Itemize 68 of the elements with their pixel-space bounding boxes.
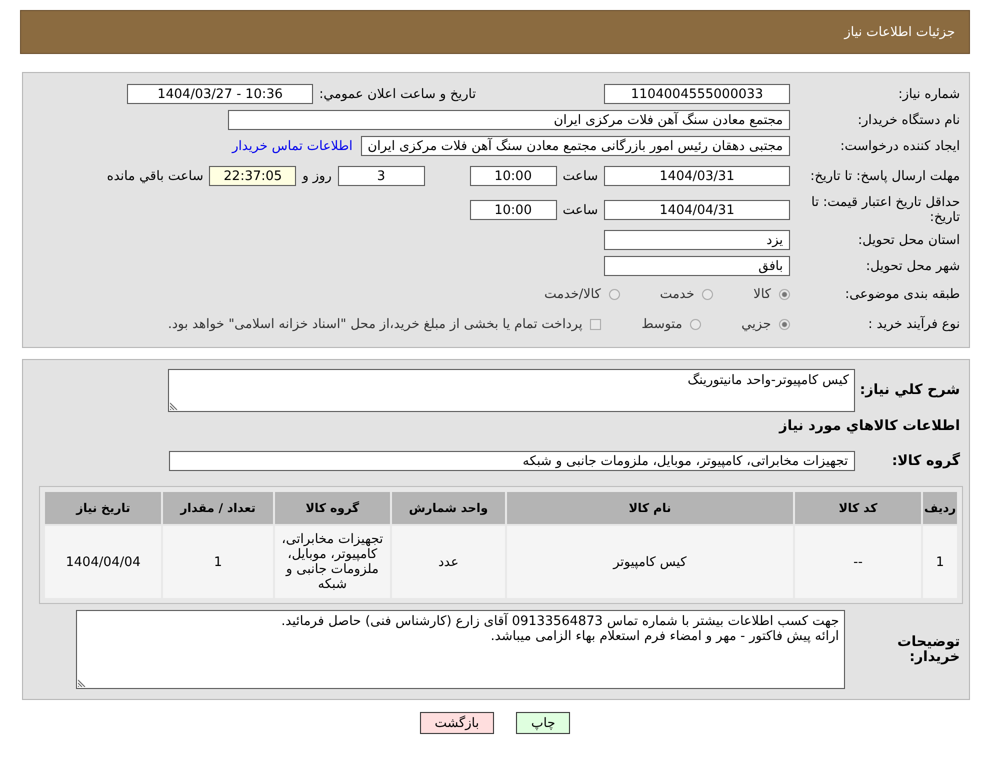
field-label: شرح كلي نياز: <box>858 383 961 398</box>
text-area[interactable]: کیس کامپیوتر-واحد مانیتورینگ <box>168 369 855 412</box>
checkbox[interactable] <box>590 318 602 330</box>
field-label: حداقل تاريخ اعتبار قيمت: تا تاريخ: <box>810 195 961 225</box>
column-header: رديف <box>922 491 958 525</box>
table-cell: کیس کامپیوتر <box>506 525 794 599</box>
radio-button[interactable] <box>779 318 790 330</box>
column-header: واحد شمارش <box>391 491 506 525</box>
column-header: تاريخ نياز <box>44 491 162 525</box>
text-area[interactable]: جهت کسب اطلاعات بیشتر با شماره تماس 09133564873 آقای زارع (کارشناس فنی) حاصل فرمائید. ارائه پیش فاکتور - مهر و امضاء فرم استعلام بهاء الزامی میباشد. <box>76 610 845 689</box>
column-header: کد کالا <box>794 491 922 525</box>
page-title: جزئيات اطلاعات نياز <box>844 24 955 40</box>
field-label: توضيحات خريدار: <box>896 634 961 664</box>
table-cell: عدد <box>391 525 506 599</box>
table-cell: 1 <box>162 525 274 599</box>
field-label: ساعت باقي مانده <box>106 168 204 184</box>
resize-grip-icon[interactable] <box>78 679 86 687</box>
contact-link[interactable]: اطلاعات تماس خريدار <box>232 138 353 154</box>
table-cell: تجهيزات مخابراتی، کامپيوتر، موبايل، ملزومات جانبی و شبکه <box>274 525 392 599</box>
back-button[interactable]: بازگشت <box>420 712 494 734</box>
field-label: استان محل تحويل: <box>857 232 961 248</box>
column-header: تعداد / مقدار <box>162 491 274 525</box>
text-field[interactable]: 1404/03/31 <box>604 166 790 186</box>
table-cell: 1404/04/04 <box>44 525 162 599</box>
field-label: مهلت ارسال پاسخ: تا تاريخ: <box>809 168 961 184</box>
text-field[interactable]: 1104004555000033 <box>604 84 790 104</box>
field-label: ساعت <box>562 202 598 218</box>
text-field[interactable]: 3 <box>338 166 425 186</box>
text-area-value: کیس کامپیوتر-واحد مانیتورینگ <box>688 373 849 388</box>
radio-button[interactable] <box>702 288 714 300</box>
text-field[interactable]: 10:00 <box>470 166 557 186</box>
resize-grip-icon[interactable] <box>170 402 178 410</box>
text-field[interactable]: 1404/03/27 - 10:36 <box>127 84 314 104</box>
option-label: كالا/خدمت <box>544 286 601 302</box>
field-label: ساعت <box>562 168 598 184</box>
section-heading: اطلاعات كالاهاي مورد نياز <box>778 418 960 434</box>
radio-button[interactable] <box>779 288 790 300</box>
radio-button[interactable] <box>608 288 620 300</box>
text-field[interactable]: مجتبی دهقان رئیس امور بازرگانی مجتمع معادن سنگ آهن فلات مرکزی ایران <box>360 136 790 156</box>
option-label: پرداخت تمام يا بخشی از مبلغ خريد،از محل "اسناد خزانه اسلامی" خواهد بود. <box>168 316 582 332</box>
column-header: نام کالا <box>506 491 794 525</box>
field-label: گروه كالا: <box>890 454 961 468</box>
column-header: گروه کالا <box>274 491 392 525</box>
text-field[interactable]: بافق <box>604 256 790 276</box>
text-field[interactable]: مجتمع معادن سنگ آهن فلات مرکزی ایران <box>228 110 790 130</box>
text-field[interactable]: 1404/04/31 <box>604 200 790 220</box>
text-field[interactable]: يزد <box>604 230 790 250</box>
field-label: نوع فرآيند خريد : <box>867 316 961 332</box>
option-label: متوسط <box>641 316 682 332</box>
radio-button[interactable] <box>690 318 702 330</box>
option-label: كالا <box>753 286 771 302</box>
text-line: ارائه پیش فاکتور - مهر و امضاء فرم استعلام بهاء الزامی میباشد. <box>490 629 839 644</box>
countdown-field[interactable]: 22:37:05 <box>209 166 296 186</box>
field-label: تاريخ و ساعت اعلان عمومي: <box>319 86 476 102</box>
table-cell: 1 <box>922 525 958 599</box>
option-label: خدمت <box>660 286 694 302</box>
field-label: طبقه بندی موضوعی: <box>844 286 961 302</box>
option-label: جزيي <box>741 316 771 332</box>
field-label: ايجاد کننده درخواست: <box>839 138 961 154</box>
text-field[interactable]: 10:00 <box>470 200 557 220</box>
field-label: نام دستگاه خريدار: <box>856 112 961 128</box>
field-label: روز و <box>302 168 332 184</box>
field-label: شهر محل تحويل: <box>864 258 961 274</box>
print-button[interactable]: چاپ <box>516 712 570 734</box>
field-label: شماره نياز: <box>897 86 961 102</box>
text-line: جهت کسب اطلاعات بیشتر با شماره تماس 09133564873 آقای زارع (کارشناس فنی) حاصل فرمائید. <box>280 614 839 629</box>
text-field[interactable]: تجهيزات مخابراتی، کامپيوتر، موبايل، ملزومات جانبی و شبکه <box>169 451 855 471</box>
table-cell: -- <box>794 525 922 599</box>
